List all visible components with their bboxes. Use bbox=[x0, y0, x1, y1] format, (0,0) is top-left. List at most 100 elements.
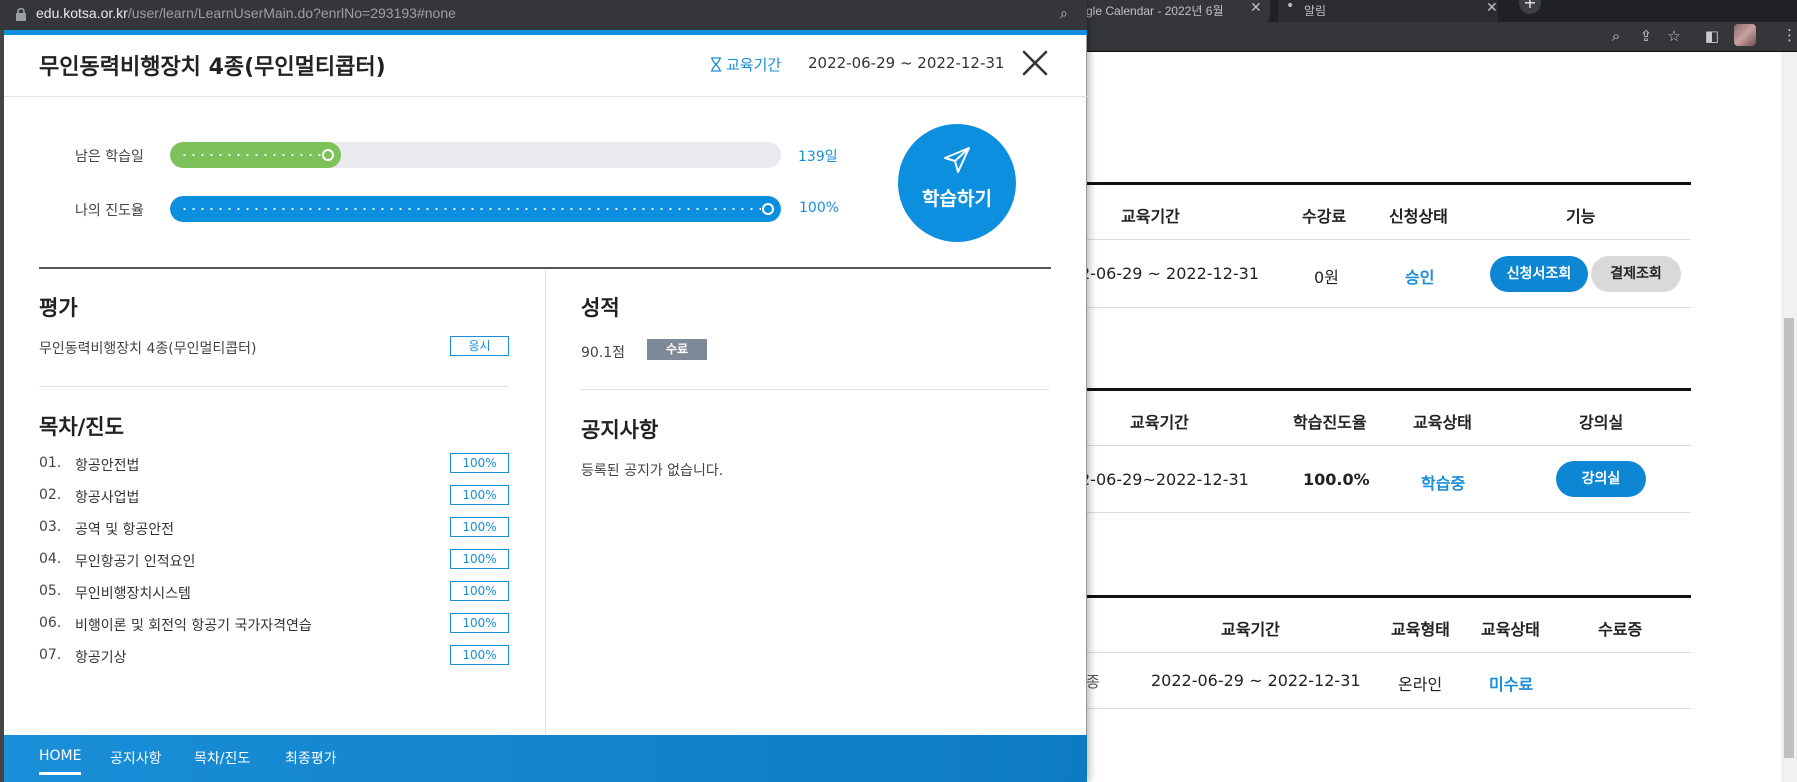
toc-title: 목차/진도 bbox=[39, 415, 124, 439]
toc-item-number: 04. bbox=[39, 551, 62, 567]
table1-header-divider bbox=[1087, 239, 1691, 240]
table3-header-type: 교육형태 bbox=[1391, 620, 1450, 639]
nav-final-exam[interactable]: 최종평가 bbox=[285, 748, 337, 768]
toc-item-label[interactable]: 항공기상 bbox=[75, 647, 127, 667]
notice-title: 공지사항 bbox=[581, 418, 659, 442]
table3-cell-type: 온라인 bbox=[1398, 675, 1443, 694]
toc-item-number: 06. bbox=[39, 615, 62, 631]
profile-avatar[interactable] bbox=[1734, 24, 1756, 46]
take-exam-button[interactable]: 응시 bbox=[450, 336, 509, 356]
grade-title: 성적 bbox=[581, 296, 620, 320]
toc-item-label[interactable]: 무인항공기 인적요인 bbox=[75, 551, 195, 571]
scrollbar-thumb[interactable] bbox=[1784, 318, 1794, 758]
table2-top-border bbox=[1087, 388, 1691, 391]
application-view-button[interactable]: 신청서조회 bbox=[1490, 256, 1588, 292]
kebab-menu-icon[interactable]: ⋮ bbox=[1782, 26, 1797, 46]
table1-header-status: 신청상태 bbox=[1389, 207, 1448, 226]
tab-favicon-icon: • bbox=[1286, 0, 1295, 14]
grade-score: 90.1점 bbox=[581, 345, 626, 361]
table2-header-period: 교육기간 bbox=[1130, 413, 1189, 432]
tab-close-icon[interactable]: ✕ bbox=[1486, 0, 1498, 16]
table1-cell-status: 승인 bbox=[1405, 268, 1435, 287]
toc-item-label[interactable]: 공역 및 항공안전 bbox=[75, 519, 174, 539]
table3-top-border bbox=[1087, 595, 1691, 598]
column-divider bbox=[545, 269, 546, 734]
table3-cell-status: 미수료 bbox=[1489, 675, 1534, 694]
toc-item-label[interactable]: 항공사업법 bbox=[75, 487, 139, 507]
my-progress-bar bbox=[170, 196, 781, 222]
table2-header-status: 교육상태 bbox=[1413, 413, 1472, 432]
tab-close-icon[interactable]: ✕ bbox=[1250, 0, 1262, 16]
table3-bottom-line bbox=[1087, 708, 1691, 709]
table1-cell-period: 2-06-29 ~ 2022-12-31 bbox=[1080, 264, 1260, 283]
table1-header-fee: 수강료 bbox=[1302, 207, 1347, 226]
toc-item-progress-badge: 100% bbox=[450, 581, 509, 601]
close-icon[interactable] bbox=[1018, 46, 1052, 80]
header-accent-strip bbox=[4, 30, 1087, 35]
toc-item-number: 03. bbox=[39, 519, 62, 535]
my-progress-value: 100% bbox=[799, 200, 840, 216]
toc-item-progress-badge: 100% bbox=[450, 485, 509, 505]
toc-item-progress-badge: 100% bbox=[450, 453, 509, 473]
zoom-icon[interactable]: ⌕ bbox=[1060, 6, 1068, 22]
star-icon[interactable]: ☆ bbox=[1664, 26, 1684, 46]
tab-title: gle Calendar - 2022년 6월 bbox=[1086, 4, 1224, 18]
toc-item-progress-badge: 100% bbox=[450, 517, 509, 537]
tab-title: 알림 bbox=[1304, 4, 1327, 18]
table3-cell-lead: 종 bbox=[1086, 673, 1100, 691]
table2-header-progress: 학습진도율 bbox=[1293, 413, 1367, 432]
toc-item-number: 01. bbox=[39, 455, 62, 471]
nav-notice[interactable]: 공지사항 bbox=[110, 748, 162, 768]
remaining-days-bar bbox=[170, 142, 781, 168]
nav-home[interactable]: HOME bbox=[39, 748, 81, 764]
url-host: edu.kotsa.or.kr bbox=[36, 5, 128, 21]
header-divider bbox=[4, 96, 1087, 97]
nav-toc[interactable]: 목차/진도 bbox=[194, 748, 250, 768]
completion-badge: 수료 bbox=[647, 339, 707, 360]
period-label: 교육기간 bbox=[710, 54, 781, 75]
table3-header-certificate: 수료증 bbox=[1598, 620, 1643, 639]
popup-left-edge bbox=[0, 30, 4, 782]
share-icon[interactable]: ⇪ bbox=[1636, 26, 1656, 46]
period-value: 2022-06-29 ~ 2022-12-31 bbox=[808, 54, 1005, 72]
background-browser-toolbar: ⌕ ⇪ ☆ ◧ bbox=[1086, 22, 1797, 52]
zoom-search-icon[interactable]: ⌕ bbox=[1606, 26, 1626, 46]
toc-item-number: 07. bbox=[39, 647, 62, 663]
evaluation-title: 평가 bbox=[39, 296, 78, 320]
toc-item-progress-badge: 100% bbox=[450, 613, 509, 633]
grade-separator bbox=[581, 389, 1050, 390]
toc-item-number: 05. bbox=[39, 583, 62, 599]
toc-item-label[interactable]: 비행이론 및 회전익 항공기 국가자격연습 bbox=[75, 615, 312, 635]
toc-item-label[interactable]: 항공안전법 bbox=[75, 455, 139, 475]
table1-header-function: 기능 bbox=[1566, 207, 1596, 226]
course-title: 무인동력비행장치 4종(무인멀티콥터) bbox=[39, 55, 386, 80]
learning-popup-window: edu.kotsa.or.kr/user/learn/LearnUserMain… bbox=[0, 0, 1087, 782]
my-progress-fill bbox=[170, 196, 781, 222]
table2-bottom-line bbox=[1087, 512, 1691, 513]
table3-header-period: 교육기간 bbox=[1221, 620, 1280, 639]
toc-item-label[interactable]: 무인비행장치시스템 bbox=[75, 583, 191, 603]
popup-url[interactable]: edu.kotsa.or.kr/user/learn/LearnUserMain… bbox=[36, 5, 456, 21]
period-label-text: 교육기간 bbox=[726, 56, 782, 74]
table2-header-classroom: 강의실 bbox=[1579, 413, 1624, 432]
table3-header-divider bbox=[1087, 652, 1691, 653]
evaluation-item-label: 무인동력비행장치 4종(무인멀티콥터) bbox=[39, 341, 257, 357]
payment-view-button[interactable]: 결제조회 bbox=[1591, 256, 1681, 292]
table3-cell-period: 2022-06-29 ~ 2022-12-31 bbox=[1151, 671, 1361, 690]
notice-empty-text: 등록된 공지가 없습니다. bbox=[581, 463, 724, 479]
table2-cell-status: 학습중 bbox=[1421, 474, 1466, 493]
url-path: /user/learn/LearnUserMain.do?enrlNo=2931… bbox=[127, 5, 456, 21]
start-learning-label: 학습하기 bbox=[922, 188, 992, 210]
hourglass-icon bbox=[711, 57, 721, 72]
start-learning-button[interactable]: 학습하기 bbox=[898, 124, 1016, 242]
toc-item-number: 02. bbox=[39, 487, 62, 503]
popup-address-bar[interactable]: edu.kotsa.or.kr/user/learn/LearnUserMain… bbox=[0, 0, 1087, 30]
background-tab-second[interactable]: • 알림 ✕ bbox=[1278, 0, 1498, 22]
sidebar-toggle-icon[interactable]: ◧ bbox=[1702, 26, 1722, 46]
classroom-button[interactable]: 강의실 bbox=[1556, 461, 1646, 497]
remaining-days-label: 남은 학습일 bbox=[75, 149, 144, 165]
table1-header-period: 교육기간 bbox=[1121, 207, 1180, 226]
table1-bottom-line bbox=[1087, 307, 1691, 308]
lock-icon bbox=[16, 8, 26, 21]
background-tab-calendar[interactable]: gle Calendar - 2022년 6월 ✕ bbox=[1078, 0, 1270, 22]
